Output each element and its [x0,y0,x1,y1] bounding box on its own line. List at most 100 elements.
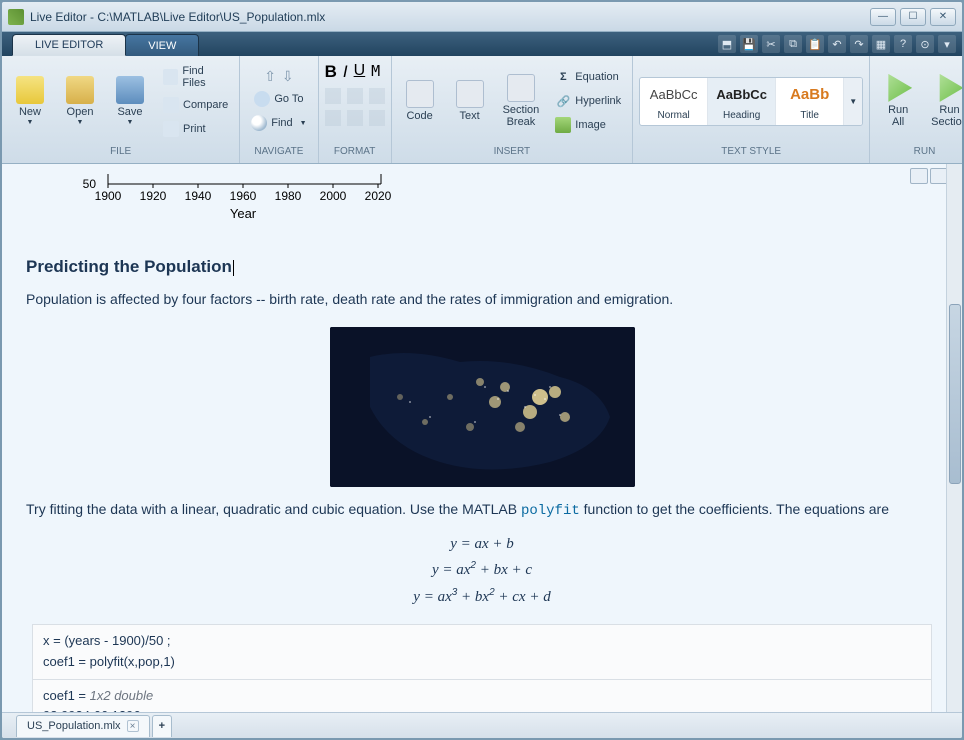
play-section-icon [936,74,964,102]
bold-button[interactable]: B [325,62,337,82]
text-format-row: B I U M [325,62,381,82]
paragraph-intro: Population is affected by four factors -… [26,289,938,309]
svg-text:1960: 1960 [230,189,257,203]
document-area[interactable]: 50 1900 1920 1940 1960 1980 2000 2020 Ye… [2,164,962,712]
goto-icon [254,91,270,107]
vertical-scrollbar[interactable] [946,164,962,712]
run-section-button[interactable]: Run Section [926,70,964,132]
run-all-button[interactable]: Run All [876,70,920,132]
mono-button[interactable]: M [371,62,380,82]
ribbon-group-file: New▼ Open▼ Save▼ Find Files Compare Prin… [2,56,240,163]
tab-view[interactable]: VIEW [125,34,199,56]
image-button[interactable]: Image [550,114,626,136]
close-button[interactable]: ✕ [930,8,956,26]
qa-add-icon[interactable]: ⬒ [718,35,736,53]
app-icon [8,9,24,25]
compare-button[interactable]: Compare [158,94,233,116]
file-tabs: US_Population.mlx × + [2,712,962,738]
find-button[interactable]: Find▼ [246,112,311,134]
code-cell[interactable]: x = (years - 1900)/50 ; coef1 = polyfit(… [32,624,932,680]
insert-text-button[interactable]: Text [448,76,492,126]
folder-icon [66,76,94,104]
output-cell: coef1 = 1x2 double 98.9924 66.1296 [32,680,932,712]
find-icon [251,115,267,131]
svg-text:2000: 2000 [320,189,347,203]
style-more-button[interactable]: ▼ [844,78,862,125]
file-tab-label: US_Population.mlx [27,720,121,732]
minimize-button[interactable]: — [870,8,896,26]
text-icon [456,80,484,108]
code-line: x = (years - 1900)/50 ; [43,631,921,652]
open-button[interactable]: Open▼ [58,72,102,129]
section-break-button[interactable]: Section Break [498,70,545,132]
section-heading: Predicting the Population [26,257,938,277]
style-title[interactable]: AaBbTitle [776,78,844,125]
polyfit-link[interactable]: polyfit [521,503,580,519]
svg-text:1940: 1940 [185,189,212,203]
chart-axis-svg: 50 1900 1920 1940 1960 1980 2000 2020 Ye… [76,174,396,229]
print-icon [163,121,179,137]
equation-button[interactable]: ΣEquation [550,66,626,88]
compare-icon [163,97,179,113]
qa-redo-icon[interactable]: ↷ [850,35,868,53]
app-window: Live Editor - C:\MATLAB\Live Editor\US_P… [0,0,964,740]
section-break-icon [507,74,535,102]
ribbon-group-text-style: AaBbCcNormal AaBbCcHeading AaBbTitle ▼ T… [633,56,870,163]
window-title: Live Editor - C:\MATLAB\Live Editor\US_P… [30,10,325,24]
style-heading[interactable]: AaBbCcHeading [708,78,776,125]
nav-up-icon[interactable]: ⇧ [264,68,276,86]
new-button[interactable]: New▼ [8,72,52,129]
qa-help-icon[interactable]: ? [894,35,912,53]
qa-more-icon[interactable]: ⊙ [916,35,934,53]
qa-layout-icon[interactable]: ▦ [872,35,890,53]
group-label-run: RUN [870,146,964,163]
nav-down-icon[interactable]: ⇩ [282,68,294,86]
svg-text:1900: 1900 [95,189,122,203]
align-row [325,110,385,126]
scrollbar-thumb[interactable] [949,304,961,484]
ribbon: New▼ Open▼ Save▼ Find Files Compare Prin… [2,56,962,164]
close-tab-icon[interactable]: × [127,720,139,732]
dim-c-icon [369,88,385,104]
view-output-right-icon[interactable] [910,168,928,184]
chart-fragment: 50 1900 1920 1940 1960 1980 2000 2020 Ye… [76,174,386,229]
hyperlink-button[interactable]: 🔗Hyperlink [550,90,626,112]
dim-f-icon [369,110,385,126]
find-files-button[interactable]: Find Files [158,62,233,92]
code-icon [406,80,434,108]
qa-min-ribbon-icon[interactable]: ▾ [938,35,956,53]
dim-d-icon [325,110,341,126]
ribbon-group-format: B I U M FORMAT [319,56,392,163]
maximize-button[interactable]: ☐ [900,8,926,26]
group-label-text-style: TEXT STYLE [633,146,869,163]
style-normal[interactable]: AaBbCcNormal [640,78,708,125]
tab-live-editor[interactable]: LIVE EDITOR [12,34,126,56]
dim-a-icon [325,88,341,104]
save-button[interactable]: Save▼ [108,72,152,129]
ribbon-tabs: LIVE EDITOR VIEW ⬒ 💾 ✂ ⧉ 📋 ↶ ↷ ▦ ? ⊙ ▾ [2,32,962,56]
goto-button[interactable]: Go To [249,88,308,110]
file-tab[interactable]: US_Population.mlx × [16,715,150,737]
document: 50 1900 1920 1940 1960 1980 2000 2020 Ye… [2,164,962,712]
ribbon-group-insert: Code Text Section Break ΣEquation 🔗Hyper… [392,56,634,163]
print-button[interactable]: Print [158,118,233,140]
new-icon [16,76,44,104]
ribbon-group-navigate: ⇧ ⇩ Go To Find▼ NAVIGATE [240,56,318,163]
equation-block: y = ax + b y = ax2 + bx + c y = ax3 + bx… [26,532,938,611]
italic-button[interactable]: I [343,62,348,82]
qa-cut-icon[interactable]: ✂ [762,35,780,53]
qa-paste-icon[interactable]: 📋 [806,35,824,53]
group-label-insert: INSERT [392,146,633,163]
qa-copy-icon[interactable]: ⧉ [784,35,802,53]
embedded-image [330,327,635,487]
ribbon-group-run: Run All Run Section RUN [870,56,964,163]
nav-arrows: ⇧ ⇩ [264,68,293,86]
image-icon [555,117,571,133]
group-label-file: FILE [2,146,239,163]
qa-undo-icon[interactable]: ↶ [828,35,846,53]
underline-button[interactable]: U [354,62,366,82]
qa-save-icon[interactable]: 💾 [740,35,758,53]
insert-code-button[interactable]: Code [398,76,442,126]
new-file-tab-button[interactable]: + [152,715,172,737]
output-line: coef1 = 1x2 double [43,686,921,707]
